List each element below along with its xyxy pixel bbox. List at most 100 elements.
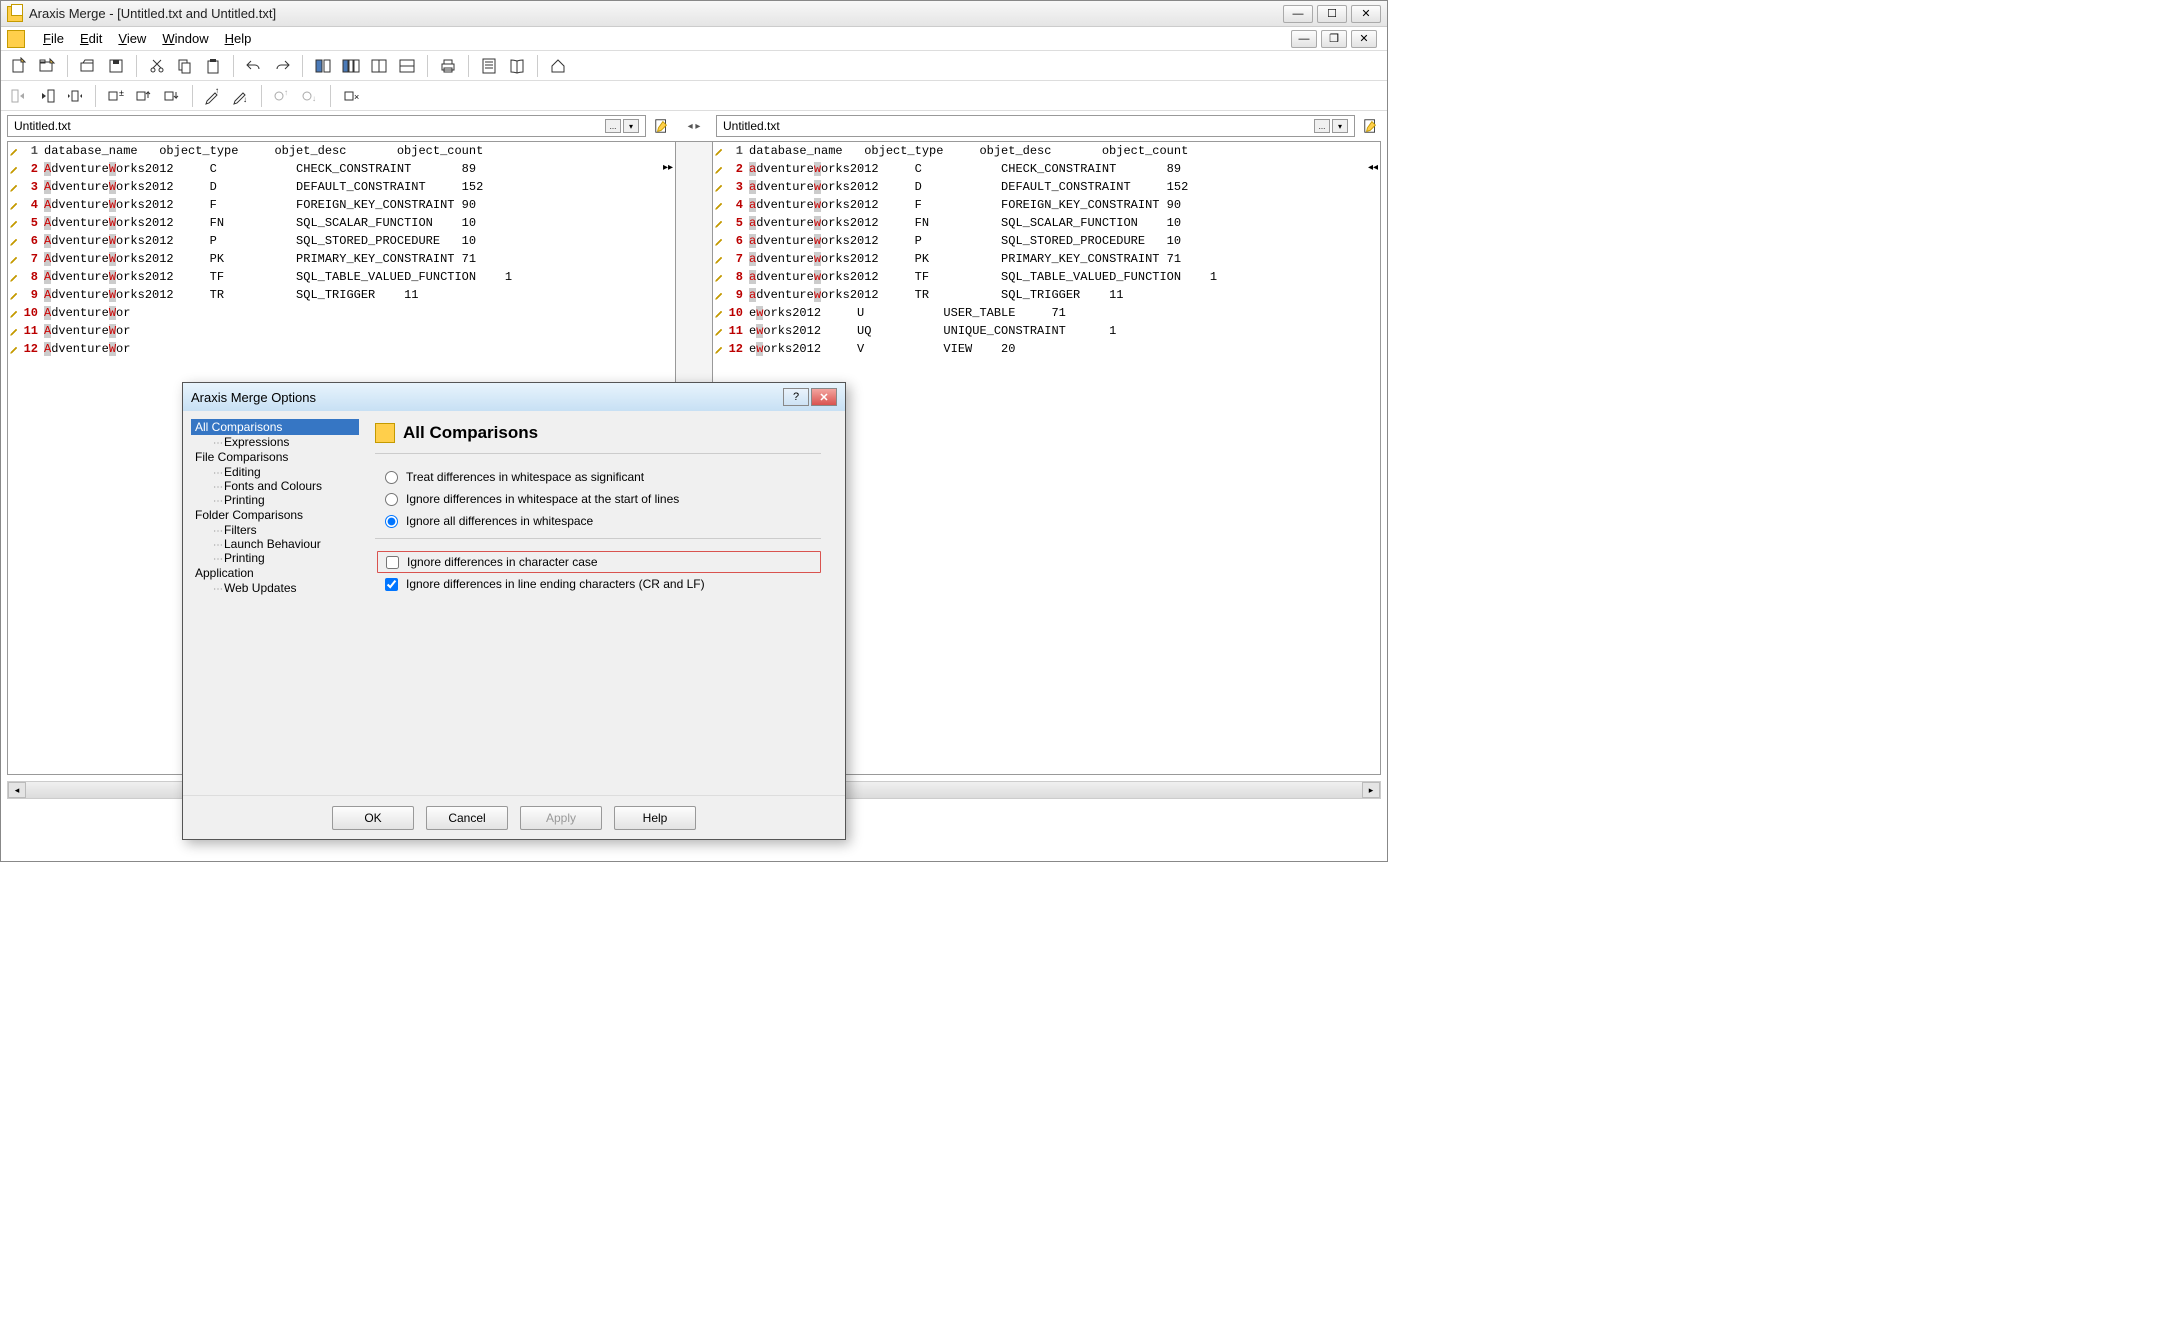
horizontal-split-icon[interactable] bbox=[395, 54, 419, 78]
scroll-right-button[interactable]: ▸ bbox=[1362, 782, 1380, 798]
menu-file[interactable]: File bbox=[35, 29, 72, 48]
code-line[interactable]: 3adventureworks2012 D DEFAULT_CONSTRAINT… bbox=[713, 178, 1380, 196]
code-line[interactable]: 9AdventureWorks2012 TR SQL_TRIGGER 11 bbox=[8, 286, 675, 304]
open-icon[interactable] bbox=[76, 54, 100, 78]
box-plus-icon[interactable]: ± bbox=[104, 84, 128, 108]
clear-icon[interactable]: × bbox=[339, 84, 363, 108]
tree-application[interactable]: Application bbox=[191, 565, 359, 581]
tree-all-comparisons[interactable]: All Comparisons bbox=[191, 419, 359, 435]
save-icon[interactable] bbox=[104, 54, 128, 78]
code-line[interactable]: 7AdventureWorks2012 PK PRIMARY_KEY_CONST… bbox=[8, 250, 675, 268]
dialog-close-button[interactable]: ✕ bbox=[811, 388, 837, 406]
code-line[interactable]: 11eworks2012 UQ UNIQUE_CONSTRAINT 1 bbox=[713, 322, 1380, 340]
line-text: AdventureWorks2012 PK PRIMARY_KEY_CONSTR… bbox=[44, 252, 675, 266]
code-line[interactable]: 9adventureworks2012 TR SQL_TRIGGER 11 bbox=[713, 286, 1380, 304]
dialog-help-button[interactable]: ? bbox=[783, 388, 809, 406]
menu-help[interactable]: Help bbox=[217, 29, 260, 48]
ok-button[interactable]: OK bbox=[332, 806, 414, 830]
mdi-close-button[interactable]: ✕ bbox=[1351, 30, 1377, 48]
apply-button[interactable]: Apply bbox=[520, 806, 602, 830]
undo-icon[interactable] bbox=[242, 54, 266, 78]
cut-icon[interactable] bbox=[145, 54, 169, 78]
two-way-icon[interactable] bbox=[311, 54, 335, 78]
code-line[interactable]: 3AdventureWorks2012 D DEFAULT_CONSTRAINT… bbox=[8, 178, 675, 196]
code-line[interactable]: 8AdventureWorks2012 TF SQL_TABLE_VALUED_… bbox=[8, 268, 675, 286]
tree-printing[interactable]: ⋯Printing bbox=[209, 492, 269, 508]
left-edit-icon[interactable] bbox=[652, 116, 672, 136]
copy-icon[interactable] bbox=[173, 54, 197, 78]
pencil-icon bbox=[713, 272, 727, 282]
circle-down-icon[interactable]: ↓ bbox=[298, 84, 322, 108]
code-line[interactable]: 6AdventureWorks2012 P SQL_STORED_PROCEDU… bbox=[8, 232, 675, 250]
new-file-comparison-icon[interactable] bbox=[7, 54, 31, 78]
right-edit-icon[interactable] bbox=[1361, 116, 1381, 136]
merge-both-icon[interactable] bbox=[63, 84, 87, 108]
menu-window[interactable]: Window bbox=[154, 29, 216, 48]
radio-whitespace-all[interactable]: Ignore all differences in whitespace bbox=[375, 510, 821, 532]
tree-printing-2[interactable]: ⋯Printing bbox=[209, 550, 269, 566]
merge-right-icon[interactable] bbox=[7, 84, 31, 108]
right-file-path[interactable]: Untitled.txt ...▾ bbox=[716, 115, 1355, 137]
three-way-icon[interactable] bbox=[339, 54, 363, 78]
code-line[interactable]: 5AdventureWorks2012 FN SQL_SCALAR_FUNCTI… bbox=[8, 214, 675, 232]
left-file-path[interactable]: Untitled.txt ...▾ bbox=[7, 115, 646, 137]
close-button[interactable]: ✕ bbox=[1351, 5, 1381, 23]
print-icon[interactable] bbox=[436, 54, 460, 78]
box-down-icon[interactable] bbox=[160, 84, 184, 108]
tree-expressions[interactable]: ⋯Expressions bbox=[209, 434, 293, 450]
left-path-more-button[interactable]: ... bbox=[605, 119, 621, 133]
minimize-button[interactable]: — bbox=[1283, 5, 1313, 23]
code-line[interactable]: 7adventureworks2012 PK PRIMARY_KEY_CONST… bbox=[713, 250, 1380, 268]
left-path-dropdown-button[interactable]: ▾ bbox=[623, 119, 639, 133]
radio-whitespace-start[interactable]: Ignore differences in whitespace at the … bbox=[375, 488, 821, 510]
menu-view[interactable]: View bbox=[110, 29, 154, 48]
redo-icon[interactable] bbox=[270, 54, 294, 78]
options-icon[interactable] bbox=[477, 54, 501, 78]
tree-folder-comparisons[interactable]: Folder Comparisons bbox=[191, 507, 359, 523]
edit-pencil-bottom-icon[interactable]: ↓ bbox=[229, 84, 253, 108]
right-path-more-button[interactable]: ... bbox=[1314, 119, 1330, 133]
code-line[interactable]: 1database_name object_type objet_desc ob… bbox=[8, 142, 675, 160]
tree-file-comparisons[interactable]: File Comparisons bbox=[191, 449, 359, 465]
mdi-restore-button[interactable]: ❐ bbox=[1321, 30, 1347, 48]
circle-up-icon[interactable]: ↑ bbox=[270, 84, 294, 108]
line-text: AdventureWorks2012 D DEFAULT_CONSTRAINT … bbox=[44, 180, 675, 194]
merge-right-arrow-icon[interactable]: ▸▸ bbox=[663, 162, 673, 173]
vertical-split-icon[interactable] bbox=[367, 54, 391, 78]
code-line[interactable]: 10AdventureWor bbox=[8, 304, 675, 322]
code-line[interactable]: 4AdventureWorks2012 F FOREIGN_KEY_CONSTR… bbox=[8, 196, 675, 214]
help-button[interactable]: Help bbox=[614, 806, 696, 830]
merge-left-arrow-icon[interactable]: ◂◂ bbox=[1368, 162, 1378, 173]
code-line[interactable]: 2AdventureWorks2012 C CHECK_CONSTRAINT 8… bbox=[8, 160, 675, 178]
svg-text:↑: ↑ bbox=[215, 87, 219, 95]
paste-icon[interactable] bbox=[201, 54, 225, 78]
right-path-dropdown-button[interactable]: ▾ bbox=[1332, 119, 1348, 133]
merge-left-icon[interactable] bbox=[35, 84, 59, 108]
home-icon[interactable] bbox=[546, 54, 570, 78]
code-line[interactable]: 10eworks2012 U USER_TABLE 71 bbox=[713, 304, 1380, 322]
check-ignore-case[interactable]: Ignore differences in character case bbox=[377, 551, 821, 573]
code-line[interactable]: 5adventureworks2012 FN SQL_SCALAR_FUNCTI… bbox=[713, 214, 1380, 232]
cancel-button[interactable]: Cancel bbox=[426, 806, 508, 830]
book-icon[interactable] bbox=[505, 54, 529, 78]
code-line[interactable]: 8adventureworks2012 TF SQL_TABLE_VALUED_… bbox=[713, 268, 1380, 286]
code-line[interactable]: 12eworks2012 V VIEW 20 bbox=[713, 340, 1380, 358]
new-folder-comparison-icon[interactable] bbox=[35, 54, 59, 78]
code-line[interactable]: 4adventureworks2012 F FOREIGN_KEY_CONSTR… bbox=[713, 196, 1380, 214]
tree-web-updates[interactable]: ⋯Web Updates bbox=[209, 580, 301, 596]
line-number: 1 bbox=[727, 144, 749, 158]
mdi-minimize-button[interactable]: — bbox=[1291, 30, 1317, 48]
edit-pencil-top-icon[interactable]: ↑ bbox=[201, 84, 225, 108]
maximize-button[interactable]: ☐ bbox=[1317, 5, 1347, 23]
box-up-icon[interactable] bbox=[132, 84, 156, 108]
pencil-icon bbox=[8, 182, 22, 192]
scroll-left-button[interactable]: ◂ bbox=[8, 782, 26, 798]
check-ignore-line-endings[interactable]: Ignore differences in line ending charac… bbox=[375, 573, 821, 595]
radio-whitespace-significant[interactable]: Treat differences in whitespace as signi… bbox=[375, 466, 821, 488]
menu-edit[interactable]: Edit bbox=[72, 29, 110, 48]
code-line[interactable]: 12AdventureWor bbox=[8, 340, 675, 358]
code-line[interactable]: 11AdventureWor bbox=[8, 322, 675, 340]
code-line[interactable]: 6adventureworks2012 P SQL_STORED_PROCEDU… bbox=[713, 232, 1380, 250]
code-line[interactable]: 2adventureworks2012 C CHECK_CONSTRAINT 8… bbox=[713, 160, 1380, 178]
code-line[interactable]: 1database_name object_type objet_desc ob… bbox=[713, 142, 1380, 160]
